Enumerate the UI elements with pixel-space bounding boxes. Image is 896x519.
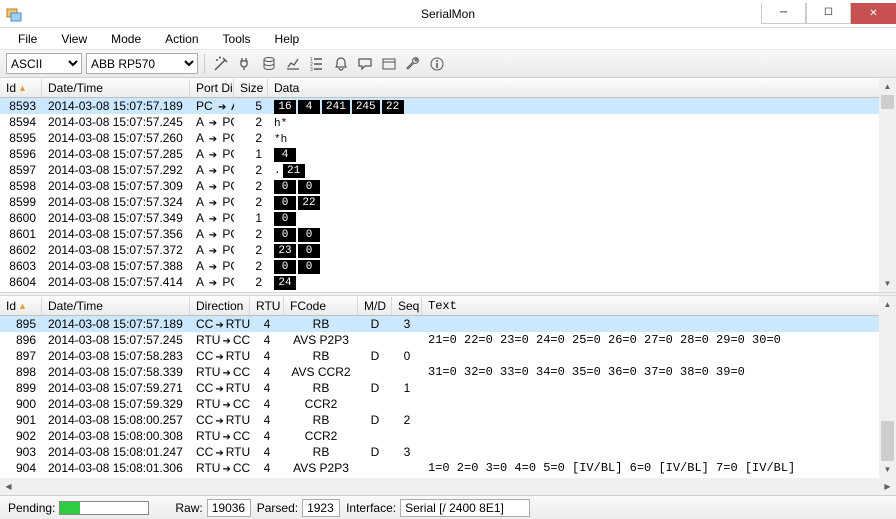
svg-text:3: 3 bbox=[310, 67, 313, 72]
col-direction[interactable]: Direction bbox=[190, 297, 250, 315]
col-datetime[interactable]: Date/Time bbox=[42, 79, 190, 97]
pending-label: Pending: bbox=[8, 501, 55, 515]
info-icon[interactable] bbox=[427, 54, 447, 74]
scroll-left-icon[interactable]: ◀ bbox=[0, 478, 17, 495]
menu-tools[interactable]: Tools bbox=[213, 30, 261, 48]
menu-action[interactable]: Action bbox=[155, 30, 208, 48]
menu-mode[interactable]: Mode bbox=[101, 30, 151, 48]
scroll-down-icon[interactable]: ▼ bbox=[879, 461, 896, 478]
table-row[interactable]: 8982014-03-08 15:07:58.339RTU➔CC4AVS CCR… bbox=[0, 364, 896, 380]
table-row[interactable]: 8992014-03-08 15:07:59.271CC➔RTU4RBD1 bbox=[0, 380, 896, 396]
protocol-select[interactable]: ABB RP570 bbox=[86, 53, 198, 74]
database-icon[interactable] bbox=[259, 54, 279, 74]
close-button[interactable]: ✕ bbox=[851, 3, 896, 24]
table-row[interactable]: 9022014-03-08 15:08:00.308RTU➔CC4CCR2 bbox=[0, 428, 896, 444]
table-row[interactable]: 8952014-03-08 15:07:57.189CC➔RTU4RBD3 bbox=[0, 316, 896, 332]
table-row[interactable]: 9042014-03-08 15:08:01.306RTU➔CC4AVS P2P… bbox=[0, 460, 896, 476]
wrench-icon[interactable] bbox=[403, 54, 423, 74]
table-row[interactable]: 8962014-03-08 15:07:57.245RTU➔CC4AVS P2P… bbox=[0, 332, 896, 348]
plug-icon[interactable] bbox=[235, 54, 255, 74]
table-row[interactable]: 85972014-03-08 15:07:57.292A ➔ PC2.21 bbox=[0, 162, 896, 178]
parsed-label: Parsed: bbox=[257, 501, 298, 515]
table-row[interactable]: 85942014-03-08 15:07:57.245A ➔ PC2h* bbox=[0, 114, 896, 130]
raw-packet-grid: Id▲ Date/Time Port Dir Size Data 8593201… bbox=[0, 78, 896, 292]
minimize-button[interactable]: ─ bbox=[761, 3, 806, 24]
raw-grid-header[interactable]: Id▲ Date/Time Port Dir Size Data bbox=[0, 78, 896, 98]
pending-progress bbox=[59, 501, 149, 515]
col-seq[interactable]: Seq bbox=[392, 297, 422, 315]
list-icon[interactable]: 123 bbox=[307, 54, 327, 74]
table-row[interactable]: 85952014-03-08 15:07:57.260A ➔ PC2*h bbox=[0, 130, 896, 146]
table-row[interactable]: 86022014-03-08 15:07:57.372A ➔ PC2230 bbox=[0, 242, 896, 258]
table-row[interactable]: 86002014-03-08 15:07:57.349A ➔ PC10 bbox=[0, 210, 896, 226]
statusbar: Pending: Raw: Parsed: Interface: bbox=[0, 495, 896, 519]
table-row[interactable]: 86042014-03-08 15:07:57.414A ➔ PC224 bbox=[0, 274, 896, 290]
table-row[interactable]: 85932014-03-08 15:07:57.189PC ➔ A5164241… bbox=[0, 98, 896, 114]
horizontal-scrollbar[interactable]: ◀ ▶ bbox=[0, 478, 896, 495]
maximize-button[interactable]: ☐ bbox=[806, 3, 851, 24]
table-row[interactable]: 85982014-03-08 15:07:57.309A ➔ PC200 bbox=[0, 178, 896, 194]
table-row[interactable]: 9032014-03-08 15:08:01.247CC➔RTU4RBD3 bbox=[0, 444, 896, 460]
toolbar-separator bbox=[204, 54, 205, 74]
table-row[interactable]: 9012014-03-08 15:08:00.257CC➔RTU4RBD2 bbox=[0, 412, 896, 428]
parsed-value-field[interactable] bbox=[302, 499, 340, 517]
wand-icon[interactable] bbox=[211, 54, 231, 74]
col-text[interactable]: Text bbox=[422, 297, 896, 315]
titlebar: SerialMon ─ ☐ ✕ bbox=[0, 0, 896, 28]
toolbar: ASCII ABB RP570 123 bbox=[0, 50, 896, 78]
table-row[interactable]: 85962014-03-08 15:07:57.285A ➔ PC14 bbox=[0, 146, 896, 162]
table-row[interactable]: 9002014-03-08 15:07:59.329RTU➔CC4CCR2 bbox=[0, 396, 896, 412]
scroll-up-icon[interactable]: ▲ bbox=[879, 78, 896, 95]
scroll-up-icon[interactable]: ▲ bbox=[879, 296, 896, 313]
table-row[interactable]: 8972014-03-08 15:07:58.283CC➔RTU4RBD0 bbox=[0, 348, 896, 364]
col-id: Id▲ bbox=[0, 297, 42, 315]
scroll-right-icon[interactable]: ▶ bbox=[879, 478, 896, 495]
interface-value-field[interactable] bbox=[400, 499, 530, 517]
col-id: Id▲ bbox=[0, 79, 42, 97]
parsed-grid-scrollbar[interactable]: ▲ ▼ bbox=[879, 296, 896, 478]
scroll-down-icon[interactable]: ▼ bbox=[879, 275, 896, 292]
encoding-select[interactable]: ASCII bbox=[6, 53, 82, 74]
col-portdir[interactable]: Port Dir bbox=[190, 79, 234, 97]
app-icon bbox=[0, 6, 28, 22]
menu-help[interactable]: Help bbox=[265, 30, 310, 48]
col-fcode[interactable]: FCode bbox=[284, 297, 358, 315]
raw-grid-scrollbar[interactable]: ▲ ▼ bbox=[879, 78, 896, 292]
sort-asc-icon: ▲ bbox=[18, 83, 27, 93]
col-datetime[interactable]: Date/Time bbox=[42, 297, 190, 315]
parsed-packet-grid: Id▲ Date/Time Direction RTU FCode M/D Se… bbox=[0, 296, 896, 478]
col-size[interactable]: Size bbox=[234, 79, 268, 97]
menu-file[interactable]: File bbox=[8, 30, 47, 48]
menubar: File View Mode Action Tools Help bbox=[0, 28, 896, 50]
col-md[interactable]: M/D bbox=[358, 297, 392, 315]
comment-icon[interactable] bbox=[355, 54, 375, 74]
window-icon[interactable] bbox=[379, 54, 399, 74]
parsed-grid-header[interactable]: Id▲ Date/Time Direction RTU FCode M/D Se… bbox=[0, 296, 896, 316]
bell-icon[interactable] bbox=[331, 54, 351, 74]
table-row[interactable]: 86032014-03-08 15:07:57.388A ➔ PC200 bbox=[0, 258, 896, 274]
col-data[interactable]: Data bbox=[268, 79, 896, 97]
table-row[interactable]: 86012014-03-08 15:07:57.356A ➔ PC200 bbox=[0, 226, 896, 242]
table-row[interactable]: 85992014-03-08 15:07:57.324A ➔ PC2022 bbox=[0, 194, 896, 210]
menu-view[interactable]: View bbox=[51, 30, 97, 48]
interface-label: Interface: bbox=[346, 501, 396, 515]
chart-icon[interactable] bbox=[283, 54, 303, 74]
raw-label: Raw: bbox=[175, 501, 202, 515]
col-rtu[interactable]: RTU bbox=[250, 297, 284, 315]
sort-asc-icon: ▲ bbox=[18, 301, 27, 311]
raw-value-field[interactable] bbox=[207, 499, 251, 517]
